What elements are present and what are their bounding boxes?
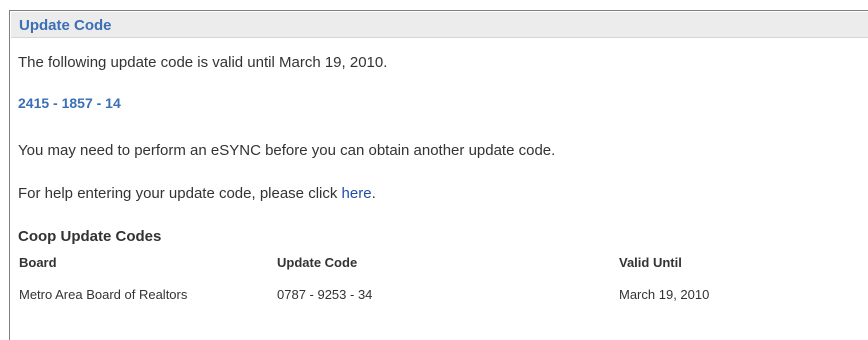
esync-notice: You may need to perform an eSYNC before … xyxy=(18,142,556,159)
column-header-valid-until: Valid Until xyxy=(619,255,682,270)
table-row-valid-until: March 19, 2010 xyxy=(619,287,710,302)
help-prefix: For help entering your update code, plea… xyxy=(18,185,342,202)
coop-section-title: Coop Update Codes xyxy=(18,228,162,245)
validity-text: The following update code is valid until… xyxy=(18,54,388,71)
table-row-board: Metro Area Board of Realtors xyxy=(19,287,188,302)
help-text: For help entering your update code, plea… xyxy=(18,185,376,202)
panel-header: Update Code xyxy=(11,12,868,38)
table-row-update-code: 0787 - 9253 - 34 xyxy=(277,287,373,302)
update-code-value: 2415 - 1857 - 14 xyxy=(18,95,121,111)
help-link[interactable]: here xyxy=(342,185,372,202)
help-suffix: . xyxy=(371,185,376,202)
update-code-panel: Update Code The following update code is… xyxy=(9,10,868,340)
panel-title: Update Code xyxy=(19,17,112,34)
column-header-board: Board xyxy=(19,255,57,270)
column-header-update-code: Update Code xyxy=(277,255,358,270)
